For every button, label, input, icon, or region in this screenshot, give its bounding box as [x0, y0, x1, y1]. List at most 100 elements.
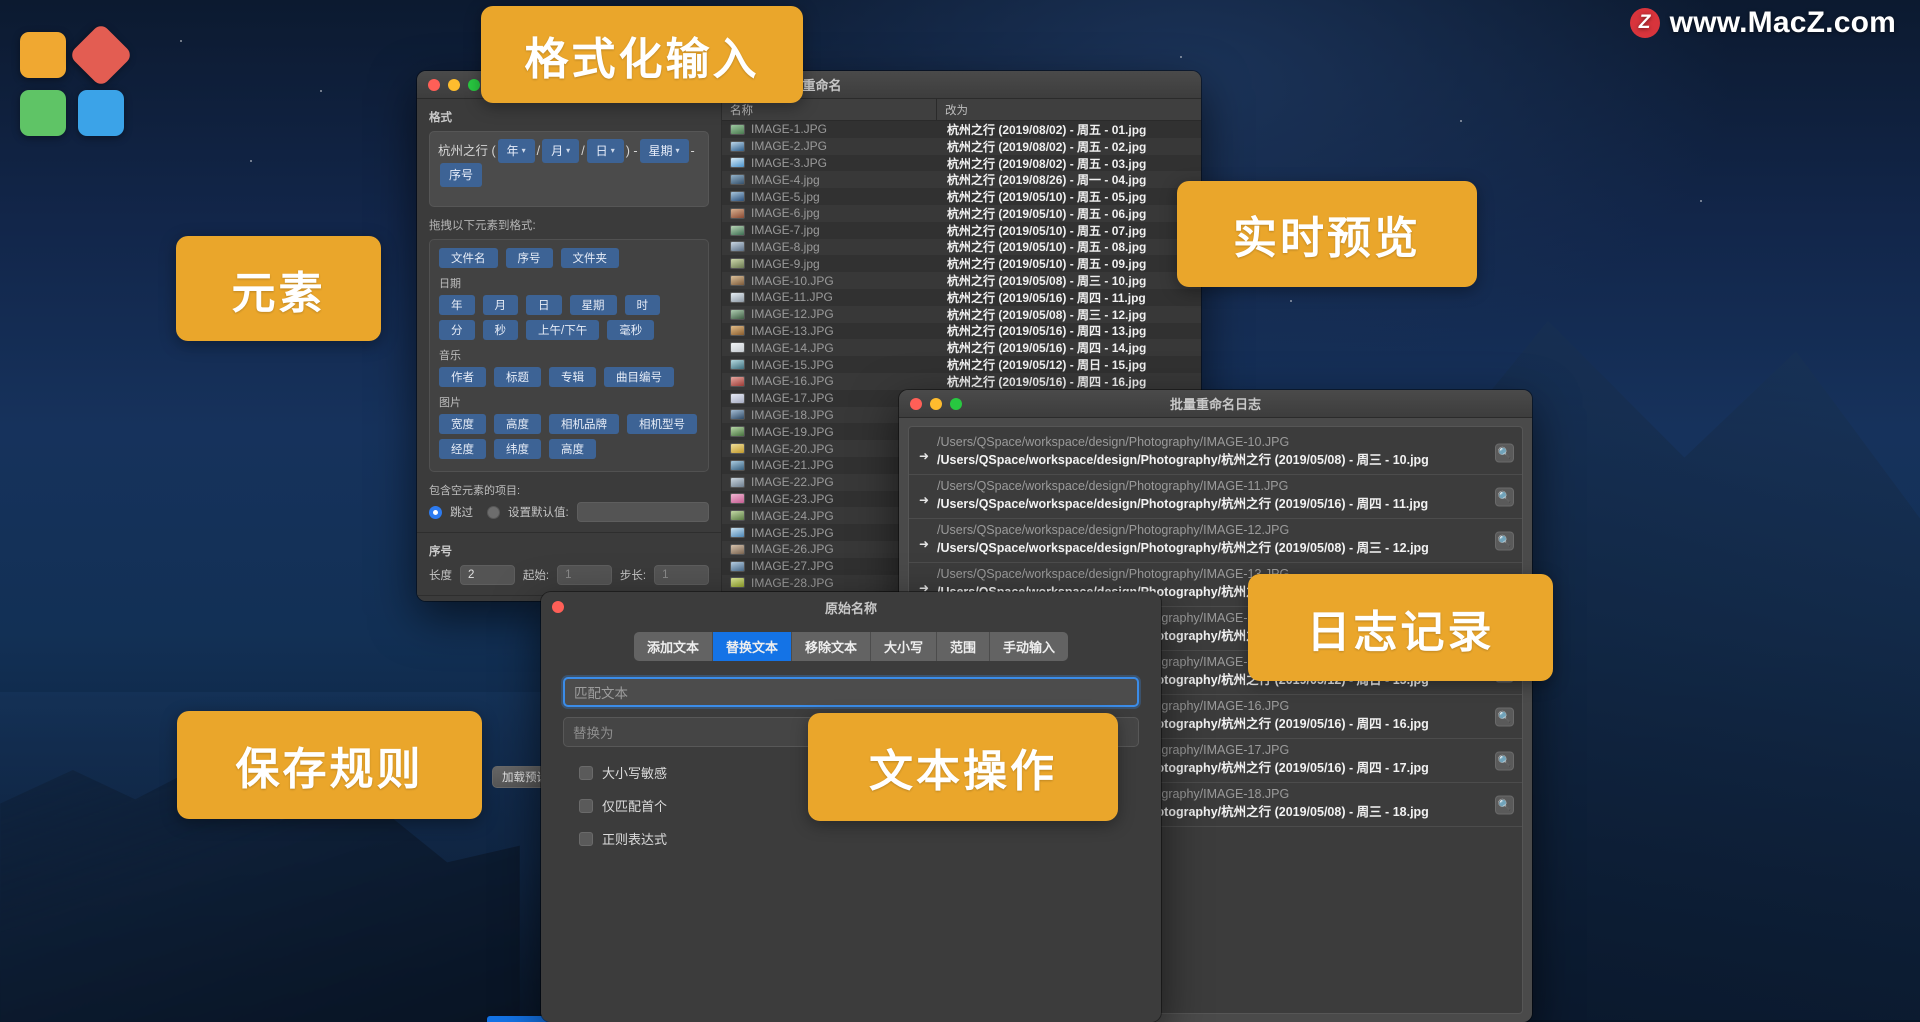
- element-ampm[interactable]: 上午/下午: [526, 320, 600, 340]
- search-icon[interactable]: 🔍: [1495, 487, 1514, 506]
- empty-elements-options[interactable]: 跳过 设置默认值:: [429, 502, 709, 522]
- element-latitude[interactable]: 纬度: [494, 439, 541, 459]
- element-minute[interactable]: 分: [439, 320, 475, 340]
- table-row[interactable]: IMAGE-6.jpg 杭州之行 (2019/05/10) - 周五 - 06.j…: [722, 204, 1201, 222]
- table-row[interactable]: IMAGE-11.JPG 杭州之行 (2019/05/16) - 周四 - 11.…: [722, 288, 1201, 306]
- element-second[interactable]: 秒: [482, 320, 518, 340]
- table-row[interactable]: IMAGE-13.JPG 杭州之行 (2019/05/16) - 周四 - 13.…: [722, 322, 1201, 340]
- textops-tab[interactable]: 替换文本: [712, 632, 792, 661]
- table-row[interactable]: IMAGE-5.jpg 杭州之行 (2019/05/10) - 周五 - 05.j…: [722, 188, 1201, 205]
- log-item[interactable]: /Users/QSpace/workspace/design/Photograp…: [909, 519, 1522, 563]
- element-title[interactable]: 标题: [494, 367, 541, 387]
- close-icon[interactable]: [428, 78, 440, 91]
- textops-window-controls[interactable]: [541, 601, 564, 613]
- elements-photo-row[interactable]: 宽度 高度 相机品牌 相机型号 经度 纬度 高度: [439, 414, 699, 459]
- table-row[interactable]: IMAGE-3.JPG 杭州之行 (2019/08/02) - 周五 - 03.j…: [722, 154, 1201, 172]
- window-controls[interactable]: [417, 78, 480, 91]
- column-header-renamed[interactable]: 改为: [937, 99, 1201, 120]
- format-token-month[interactable]: 月 ▾: [542, 139, 580, 163]
- element-year[interactable]: 年: [439, 295, 475, 315]
- radio-skip[interactable]: [429, 505, 442, 519]
- log-item[interactable]: /Users/QSpace/workspace/design/Photograp…: [909, 475, 1522, 519]
- close-icon[interactable]: [910, 397, 922, 410]
- element-altitude[interactable]: 高度: [549, 439, 596, 459]
- log-window-controls[interactable]: [899, 397, 962, 410]
- checkbox-icon[interactable]: [579, 765, 593, 780]
- elements-palette[interactable]: 文件名 序号 文件夹 日期 年 月 日 星期 时 分 秒 上午/下午 毫秒 音乐: [429, 239, 709, 472]
- textops-tab[interactable]: 大小写: [871, 632, 938, 661]
- table-row[interactable]: IMAGE-9.jpg 杭州之行 (2019/05/10) - 周五 - 09.j…: [722, 255, 1201, 273]
- log-item[interactable]: /Users/QSpace/workspace/design/Photograp…: [909, 431, 1522, 475]
- format-token-weekday[interactable]: 星期 ▾: [639, 139, 689, 163]
- format-token-year[interactable]: 年 ▾: [497, 139, 535, 163]
- serial-length-input[interactable]: 2: [460, 565, 515, 585]
- element-folder[interactable]: 文件夹: [560, 248, 619, 268]
- textops-tab[interactable]: 添加文本: [633, 632, 713, 661]
- format-token-serial[interactable]: 序号: [440, 163, 483, 187]
- original-name-text: IMAGE-23.JPG: [751, 491, 834, 506]
- textops-tab[interactable]: 手动输入: [990, 632, 1069, 661]
- element-day[interactable]: 日: [526, 295, 562, 315]
- search-icon[interactable]: 🔍: [1495, 531, 1514, 550]
- close-icon[interactable]: [552, 601, 564, 613]
- serial-length-label: 长度: [429, 570, 452, 582]
- rename-settings-panel[interactable]: 格式 杭州之行 (年 ▾ / 月 ▾ / 日 ▾) - 星期 ▾ - 序号 拖拽以下元素到格式: 文件…: [417, 99, 722, 601]
- elements-basic-row[interactable]: 文件名 序号 文件夹: [439, 248, 699, 268]
- minimize-icon[interactable]: [448, 78, 460, 91]
- element-track-number[interactable]: 曲目编号: [604, 367, 674, 387]
- chevron-down-icon: ▾: [675, 146, 680, 155]
- element-album[interactable]: 专辑: [549, 367, 596, 387]
- serial-start-input[interactable]: 1: [557, 565, 612, 585]
- match-text-input[interactable]: 匹配文本: [563, 677, 1139, 707]
- checkbox-icon[interactable]: [579, 831, 593, 846]
- elements-date-row[interactable]: 年 月 日 星期 时 分 秒 上午/下午 毫秒: [439, 295, 699, 340]
- default-value-input[interactable]: [576, 502, 709, 522]
- element-longitude[interactable]: 经度: [439, 439, 486, 459]
- file-thumbnail-icon: [730, 123, 745, 135]
- checkbox-icon[interactable]: [579, 798, 593, 813]
- format-input[interactable]: 杭州之行 (年 ▾ / 月 ▾ / 日 ▾) - 星期 ▾ - 序号: [429, 131, 709, 207]
- element-camera-brand[interactable]: 相机品牌: [549, 414, 619, 434]
- cell-renamed-name: 杭州之行 (2019/05/08) - 周三 - 12.jpg: [947, 307, 1147, 322]
- search-icon[interactable]: 🔍: [1495, 751, 1514, 770]
- element-width[interactable]: 宽度: [439, 414, 486, 434]
- log-source-path: /Users/QSpace/workspace/design/Photograp…: [937, 523, 1290, 537]
- element-weekday[interactable]: 星期: [569, 295, 617, 315]
- table-row[interactable]: IMAGE-15.JPG 杭州之行 (2019/05/12) - 周日 - 15.…: [722, 356, 1201, 373]
- search-icon[interactable]: 🔍: [1495, 707, 1514, 726]
- elements-music-row[interactable]: 作者 标题 专辑 曲目编号: [439, 367, 699, 387]
- radio-default[interactable]: [487, 505, 500, 519]
- element-hour[interactable]: 时: [624, 295, 660, 315]
- element-month[interactable]: 月: [482, 295, 518, 315]
- textops-tab[interactable]: 移除文本: [791, 632, 871, 661]
- table-row[interactable]: IMAGE-10.JPG 杭州之行 (2019/05/08) - 周三 - 10.…: [722, 272, 1201, 289]
- search-icon[interactable]: 🔍: [1495, 443, 1514, 462]
- table-row[interactable]: IMAGE-16.JPG 杭州之行 (2019/05/16) - 周四 - 16.…: [722, 372, 1201, 390]
- textops-titlebar[interactable]: 原始名称: [541, 592, 1161, 622]
- table-row[interactable]: IMAGE-12.JPG 杭州之行 (2019/05/08) - 周三 - 12.…: [722, 305, 1201, 323]
- element-height[interactable]: 高度: [494, 414, 541, 434]
- element-filename[interactable]: 文件名: [439, 248, 498, 268]
- format-token-day[interactable]: 日 ▾: [586, 139, 624, 163]
- element-serial[interactable]: 序号: [505, 248, 553, 268]
- maximize-icon[interactable]: [468, 78, 480, 91]
- element-camera-model[interactable]: 相机型号: [627, 414, 697, 434]
- table-row[interactable]: IMAGE-2.JPG 杭州之行 (2019/08/02) - 周五 - 02.j…: [722, 137, 1201, 155]
- serial-options[interactable]: 长度 2 起始: 1 步长: 1: [429, 565, 709, 585]
- textops-tab[interactable]: 范围: [937, 632, 991, 661]
- element-artist[interactable]: 作者: [439, 367, 486, 387]
- table-row[interactable]: IMAGE-4.jpg 杭州之行 (2019/08/26) - 周一 - 04.j…: [722, 171, 1201, 189]
- maximize-icon[interactable]: [950, 397, 962, 410]
- table-row[interactable]: IMAGE-14.JPG 杭州之行 (2019/05/16) - 周四 - 14.…: [722, 339, 1201, 357]
- serial-step-input[interactable]: 1: [654, 565, 709, 585]
- table-row[interactable]: IMAGE-7.jpg 杭州之行 (2019/05/10) - 周五 - 07.j…: [722, 221, 1201, 239]
- table-row[interactable]: IMAGE-1.JPG 杭州之行 (2019/08/02) - 周五 - 01.j…: [722, 121, 1201, 138]
- table-row[interactable]: IMAGE-8.jpg 杭州之行 (2019/05/10) - 周五 - 08.j…: [722, 238, 1201, 256]
- chevron-down-icon: ▾: [521, 146, 526, 155]
- log-titlebar[interactable]: 批量重命名日志: [899, 390, 1532, 418]
- minimize-icon[interactable]: [930, 397, 942, 410]
- textops-tab-bar[interactable]: 添加文本 替换文本 移除文本 大小写 范围 手动输入: [563, 632, 1139, 661]
- textops-checkbox-row[interactable]: 正则表达式: [563, 829, 1139, 848]
- search-icon[interactable]: 🔍: [1495, 795, 1514, 814]
- element-millisecond[interactable]: 毫秒: [607, 320, 655, 340]
